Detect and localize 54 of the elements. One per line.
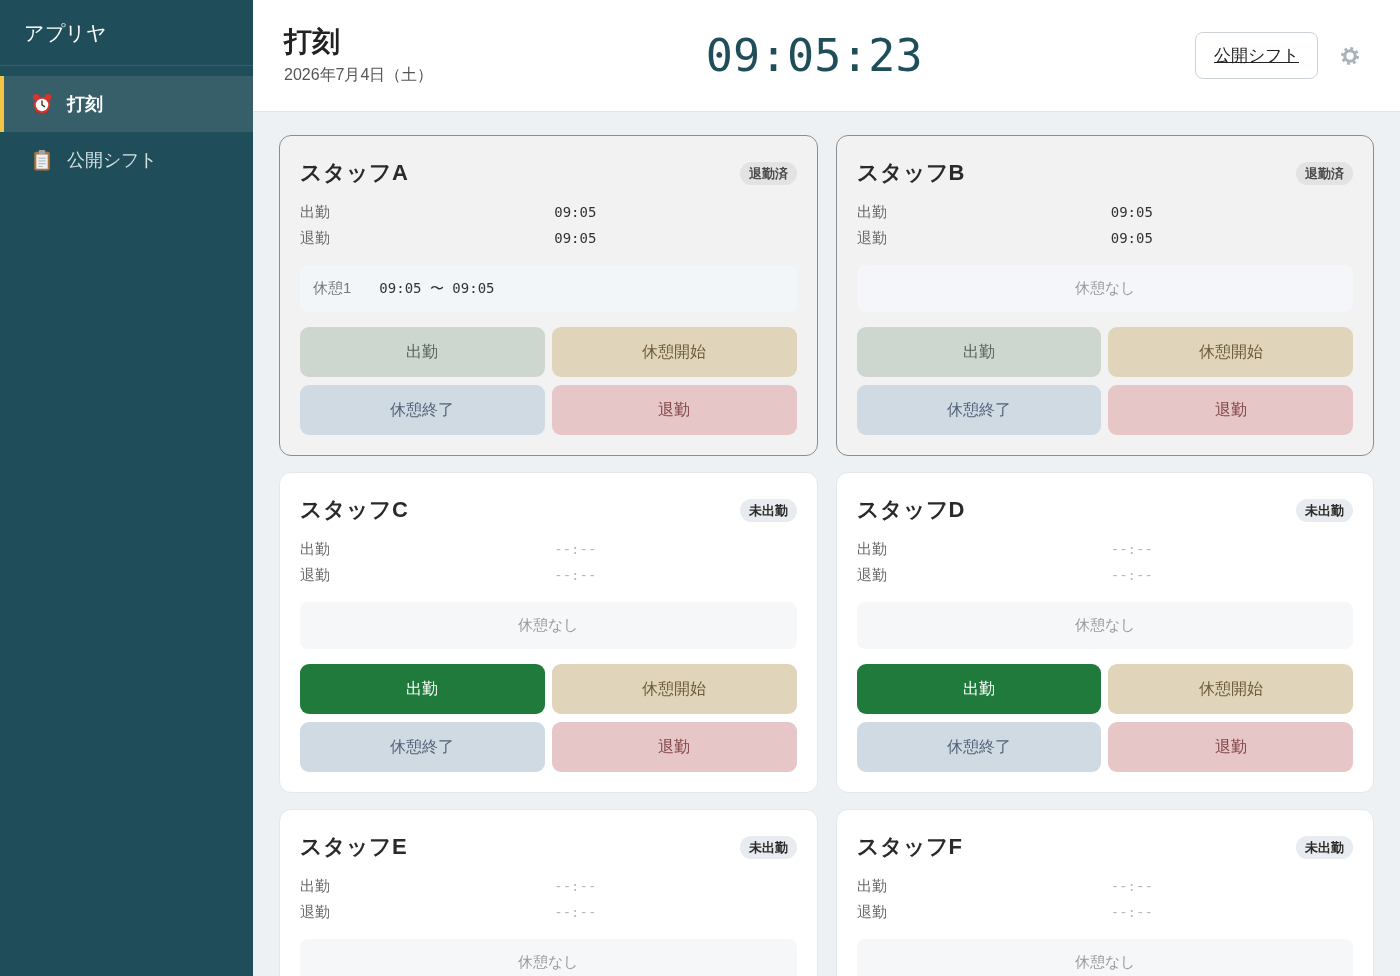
no-break-text: 休憩なし — [1074, 279, 1135, 298]
sidebar-item[interactable]: 打刻 — [0, 76, 253, 132]
status-badge: 未出勤 — [1296, 498, 1353, 522]
time-label: 退勤 — [856, 565, 888, 585]
break-time: 09:05 〜 09:05 — [379, 279, 495, 298]
time-label: 出勤 — [856, 876, 888, 896]
break-label: 休憩1 — [313, 279, 352, 298]
time-label: 退勤 — [300, 565, 331, 585]
no-break-text: 休憩なし — [518, 953, 579, 972]
time-value: 09:05 — [554, 229, 598, 248]
status-badge: 退勤済 — [1296, 161, 1353, 185]
time-value: 09:05 — [1110, 229, 1154, 248]
staff-name: スタッフC — [300, 496, 408, 524]
time-value: --:-- — [1110, 877, 1154, 896]
staff-name: スタッフB — [856, 159, 965, 187]
time-label: 退勤 — [300, 228, 331, 248]
status-badge: 未出勤 — [739, 498, 797, 522]
time-label: 出勤 — [856, 202, 888, 222]
staff-name: スタッフE — [300, 833, 407, 861]
time-label: 退勤 — [856, 228, 888, 248]
clock-in-button[interactable]: 出勤 — [856, 664, 1102, 714]
staff-name: スタッフD — [856, 496, 965, 524]
staff-name: スタッフF — [856, 833, 962, 861]
status-badge: 未出勤 — [1296, 835, 1353, 859]
clock-in-button[interactable]: 出勤 — [300, 664, 545, 714]
time-value: --:-- — [554, 877, 598, 896]
time-value: --:-- — [554, 903, 598, 922]
status-badge: 未出勤 — [739, 835, 797, 859]
time-value: --:-- — [554, 540, 598, 559]
settings-icon[interactable] — [1340, 45, 1360, 66]
time-label: 退勤 — [300, 902, 331, 922]
no-break-text: 休憩なし — [1074, 616, 1135, 635]
time-label: 退勤 — [856, 902, 888, 922]
clipboard-icon — [31, 149, 53, 171]
time-value: --:-- — [554, 566, 598, 585]
time-value: --:-- — [1110, 540, 1154, 559]
clock-display: 09:05:23 — [705, 29, 923, 82]
staff-name: スタッフA — [300, 159, 408, 187]
no-break-text: 休憩なし — [518, 616, 579, 635]
time-label: 出勤 — [300, 202, 331, 222]
time-value: --:-- — [1110, 903, 1154, 922]
time-label: 出勤 — [856, 539, 888, 559]
no-break-text: 休憩なし — [1074, 953, 1135, 972]
status-badge: 退勤済 — [739, 161, 797, 185]
alarm-clock-icon — [31, 93, 53, 115]
time-label: 出勤 — [300, 539, 331, 559]
time-value: 09:05 — [1110, 203, 1154, 222]
time-value: --:-- — [1110, 566, 1154, 585]
page-title: 打刻 — [284, 25, 341, 59]
date-text: 2026年7月4日（土） — [284, 65, 434, 85]
public-shift-link[interactable]: 公開シフト — [1195, 32, 1318, 79]
time-label: 出勤 — [300, 876, 331, 896]
sidebar-item[interactable]: 公開シフト — [0, 132, 253, 188]
time-value: 09:05 — [554, 203, 598, 222]
